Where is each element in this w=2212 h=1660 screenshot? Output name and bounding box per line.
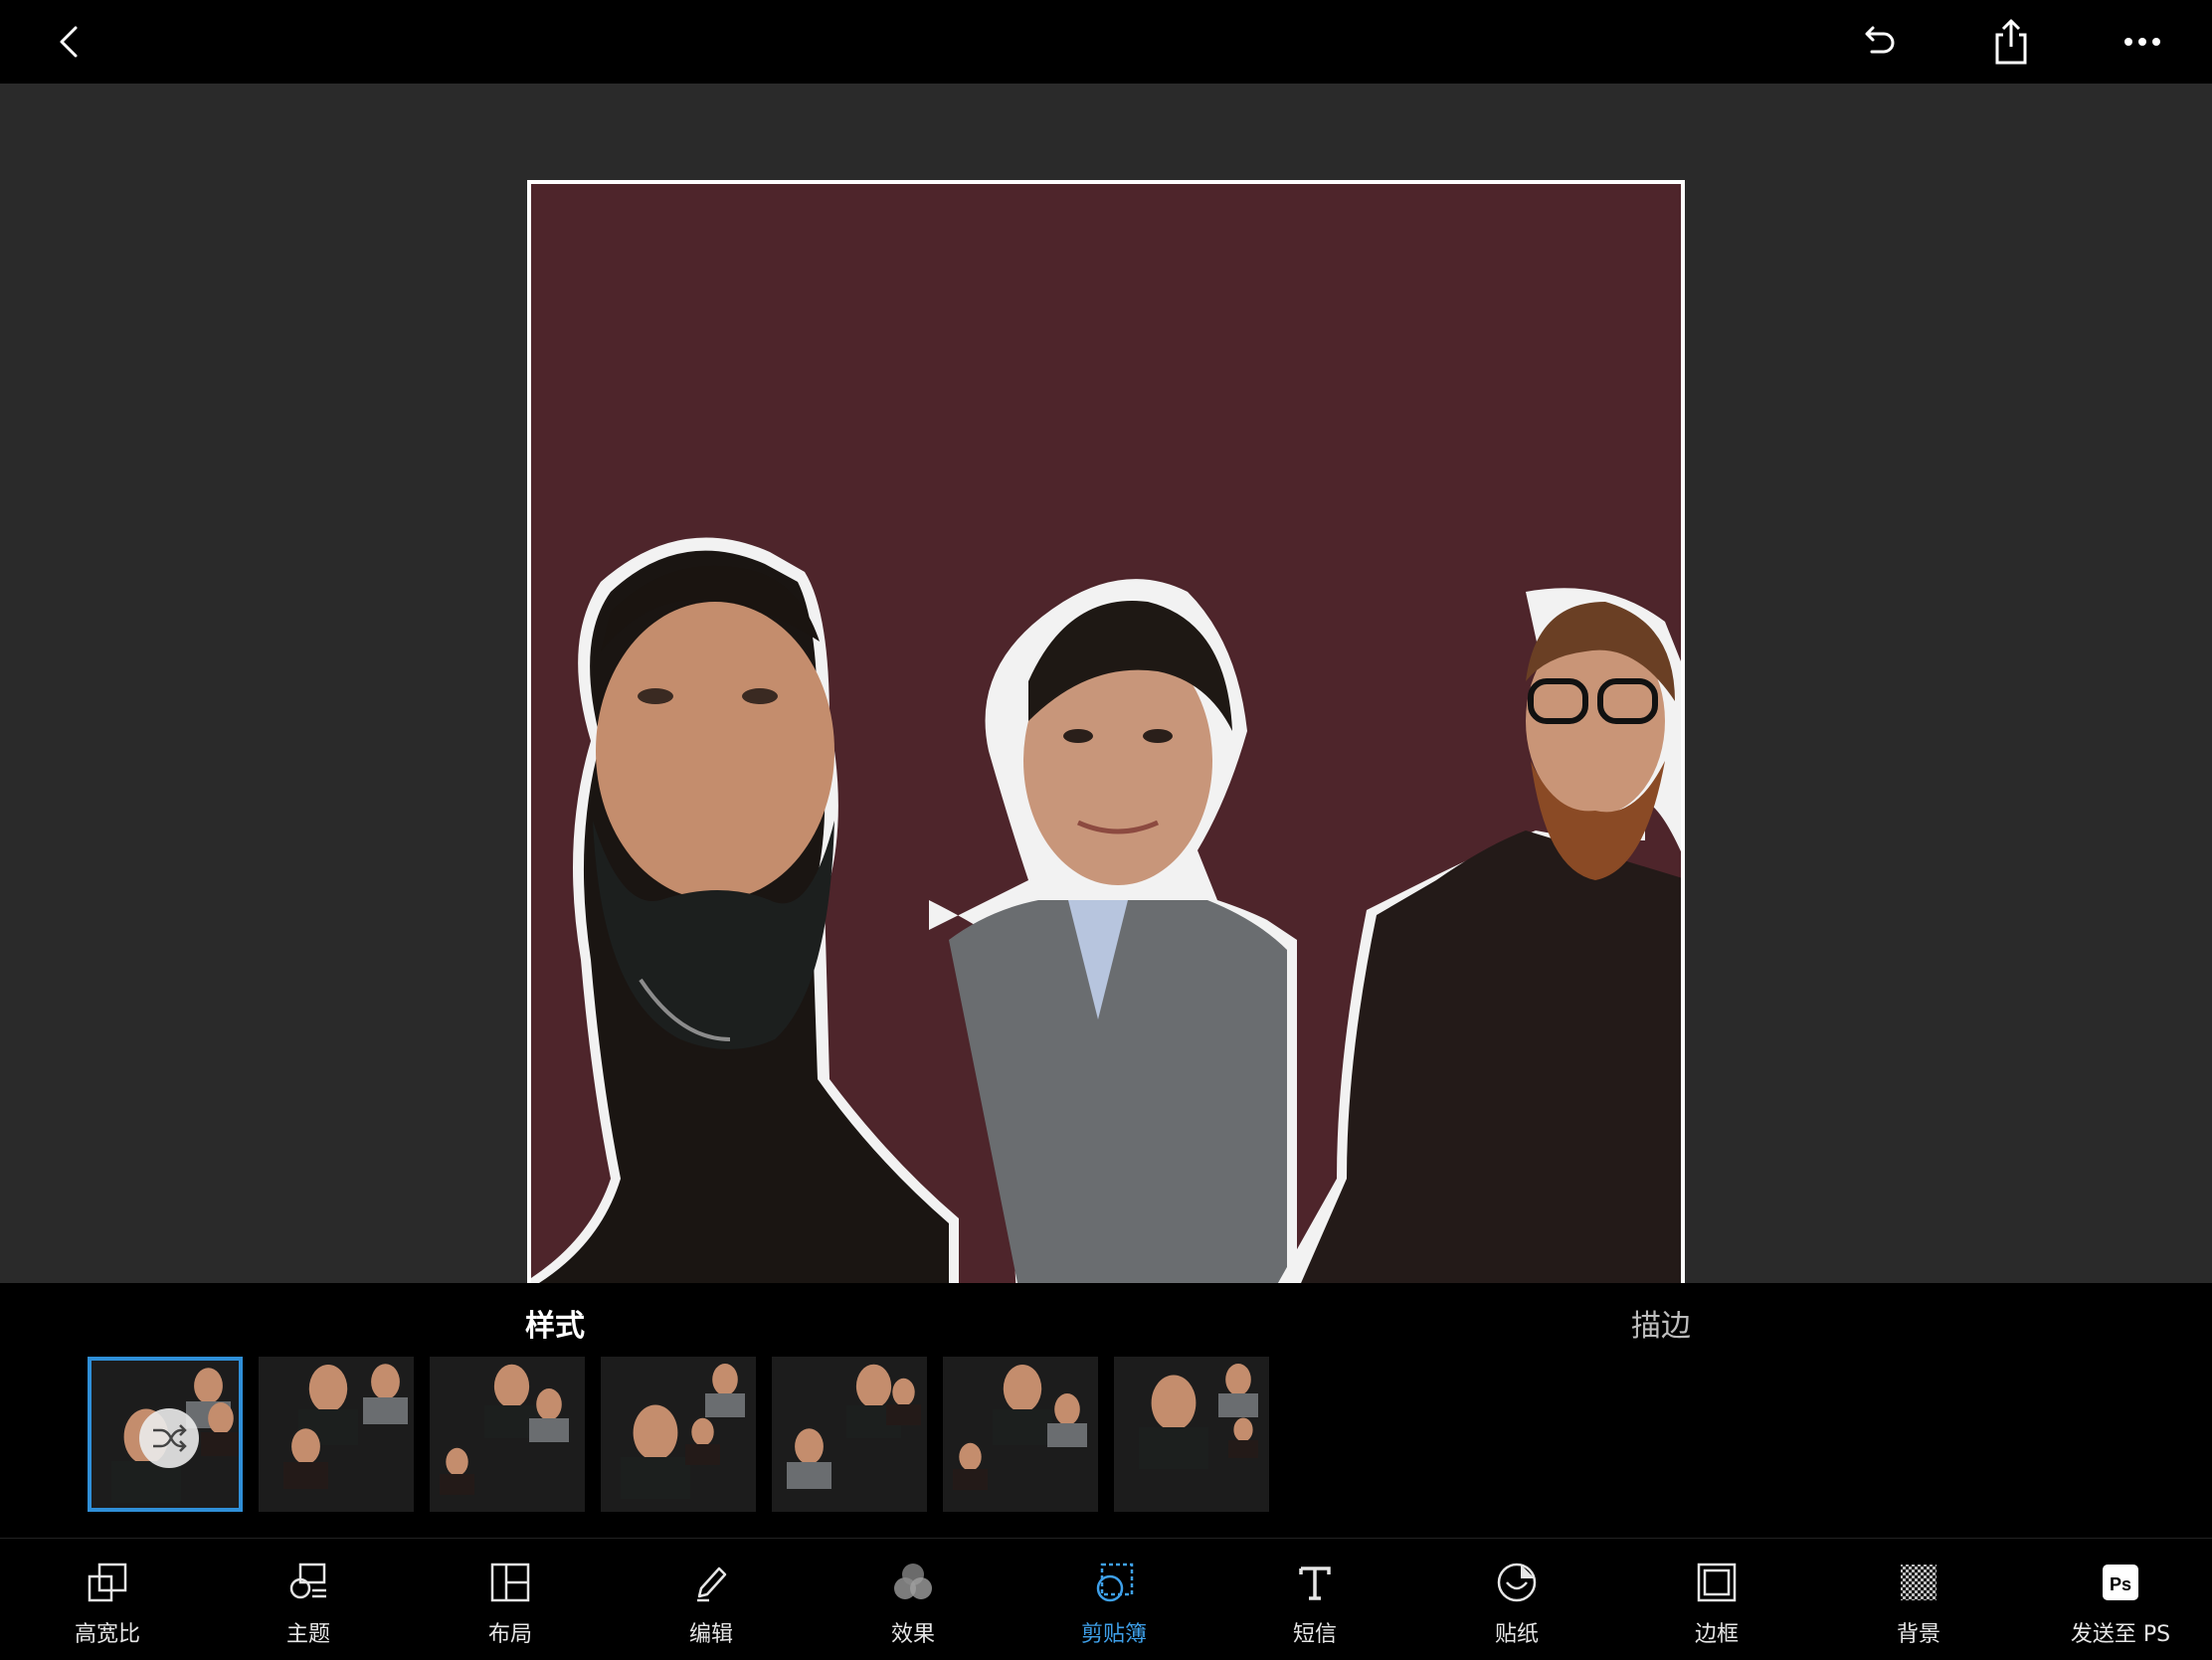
share-icon	[1995, 19, 2027, 65]
tool-aspect-ratio[interactable]: 高宽比	[38, 1539, 177, 1660]
undo-icon	[1865, 26, 1895, 54]
tool-theme[interactable]: 主题	[239, 1539, 378, 1660]
tool-label: 贴纸	[1494, 1622, 1539, 1647]
tool-label: 编辑	[688, 1622, 733, 1647]
shuffle-button[interactable]	[139, 1408, 199, 1468]
canvas-area	[0, 84, 2212, 1334]
back-button[interactable]	[28, 0, 111, 84]
thumbnail-preview	[283, 1364, 408, 1489]
more-horizontal-icon	[2124, 38, 2160, 46]
more-button[interactable]	[2101, 0, 2184, 84]
style-thumbnail[interactable]	[430, 1357, 585, 1512]
tool-label: 背景	[1896, 1622, 1940, 1647]
style-thumbnail[interactable]	[259, 1357, 414, 1512]
svg-text:Ps: Ps	[2110, 1574, 2131, 1594]
tab-style[interactable]: 样式	[525, 1301, 585, 1345]
thumbnail-preview	[440, 1364, 569, 1495]
style-thumbnail[interactable]	[601, 1357, 756, 1512]
thumbnail-preview	[621, 1364, 745, 1499]
edit-pencil-icon	[697, 1567, 727, 1602]
tool-sticker[interactable]: 贴纸	[1447, 1539, 1586, 1660]
tool-effects[interactable]: 效果	[843, 1539, 983, 1660]
tool-scrapbook[interactable]: 剪贴簿	[1044, 1539, 1184, 1660]
photoshop-icon: Ps	[2103, 1565, 2138, 1600]
tool-border[interactable]: 边框	[1647, 1539, 1786, 1660]
tool-layout[interactable]: 布局	[441, 1539, 580, 1660]
style-thumbnail[interactable]	[943, 1357, 1098, 1512]
top-toolbar	[0, 0, 2212, 84]
border-icon	[1697, 1563, 1737, 1602]
tool-label: 短信	[1292, 1622, 1337, 1647]
thumbnail-preview	[787, 1364, 921, 1489]
tool-edit[interactable]: 编辑	[642, 1539, 781, 1660]
tool-label: 边框	[1694, 1622, 1739, 1647]
style-panel: 样式 描边	[0, 1283, 2212, 1538]
tool-background[interactable]: 背景	[1849, 1539, 1988, 1660]
tool-label: 高宽比	[74, 1622, 140, 1647]
tool-label: 布局	[487, 1622, 532, 1647]
tool-label: 主题	[285, 1622, 330, 1647]
tool-label: 剪贴簿	[1080, 1622, 1147, 1647]
shuffle-icon	[153, 1424, 187, 1452]
tab-stroke[interactable]: 描边	[1631, 1301, 1691, 1345]
tool-label: 发送至 PS	[2070, 1622, 2171, 1647]
scrapbook-icon	[1096, 1563, 1134, 1602]
style-thumbnail[interactable]	[88, 1357, 243, 1512]
style-thumbnail[interactable]	[772, 1357, 927, 1512]
background-icon	[1901, 1565, 1936, 1600]
tool-send-to-ps[interactable]: Ps 发送至 PS	[2051, 1539, 2190, 1660]
photo-cutout-man-with-glasses[interactable]	[1247, 582, 1685, 1334]
tool-text[interactable]: 短信	[1245, 1539, 1384, 1660]
text-icon	[1299, 1567, 1331, 1600]
undo-button[interactable]	[1836, 0, 1920, 84]
bottom-toolbar: 高宽比 主题 布局 编辑 效果 剪贴簿 短信 贴纸 边框 背景 Ps 发送至 P…	[0, 1538, 2212, 1660]
style-thumbnail[interactable]	[1114, 1357, 1269, 1512]
effects-icon	[894, 1564, 932, 1599]
sticker-icon	[1497, 1563, 1537, 1602]
share-button[interactable]	[1969, 0, 2053, 84]
aspect-ratio-icon	[88, 1563, 127, 1602]
thumbnail-preview	[1139, 1364, 1258, 1469]
photo-cutout-smiling-man[interactable]	[929, 562, 1297, 1334]
theme-icon	[289, 1563, 326, 1599]
chevron-left-icon	[60, 26, 78, 58]
photo-cutout-bearded-man[interactable]	[531, 522, 969, 1334]
collage-canvas[interactable]	[527, 180, 1685, 1334]
thumbnail-preview	[953, 1365, 1087, 1490]
tool-label: 效果	[890, 1622, 935, 1647]
layout-icon	[490, 1563, 530, 1602]
